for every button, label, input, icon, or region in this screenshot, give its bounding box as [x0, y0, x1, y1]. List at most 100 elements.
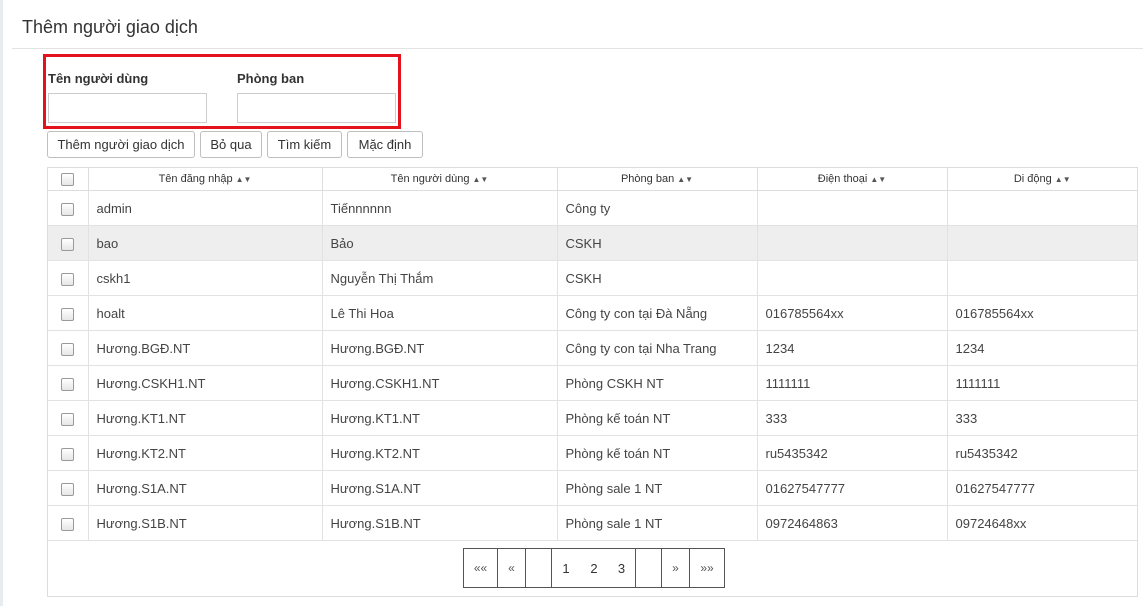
cell-login: Hương.S1B.NT — [88, 505, 323, 541]
cell-mobile: 333 — [947, 400, 1137, 436]
cell-phone: 1111111 — [757, 365, 948, 401]
cell-department: Công ty con tại Đà Nẵng — [557, 295, 758, 331]
search-button[interactable]: Tìm kiếm — [267, 131, 342, 158]
cell-login: Hương.CSKH1.NT — [88, 365, 323, 401]
sort-icon[interactable]: ▲▼ — [870, 175, 886, 184]
row-checkbox[interactable] — [61, 272, 75, 286]
users-grid: Tên đăng nhập ▲▼ Tên người dùng ▲▼ Phòng b… — [47, 167, 1138, 597]
cell-login: Hương.KT2.NT — [88, 435, 323, 471]
cell-phone: 01627547777 — [757, 470, 948, 506]
cell-name: Lê Thi Hoa — [322, 295, 558, 331]
pagination: «« « 1 2 3 » »» — [463, 548, 725, 588]
page-3-button[interactable]: 3 — [608, 549, 636, 587]
cell-phone: 016785564xx — [757, 295, 948, 331]
cell-mobile — [947, 190, 1137, 226]
cell-phone — [757, 260, 948, 296]
cell-name: Hương.S1A.NT — [322, 470, 558, 506]
table-row[interactable]: Hương.KT2.NT Hương.KT2.NT Phòng kế toán NT… — [48, 435, 1137, 471]
users-table: Tên đăng nhập ▲▼ Tên người dùng ▲▼ Phòng b… — [48, 168, 1137, 541]
cell-mobile: 09724648xx — [947, 505, 1137, 541]
cell-department: Công ty con tại Nha Trang — [557, 330, 758, 366]
prev-page-button[interactable]: « — [498, 549, 526, 587]
row-select-cell — [48, 330, 89, 366]
username-input[interactable] — [48, 93, 207, 123]
sort-icon[interactable]: ▲▼ — [472, 175, 488, 184]
table-row[interactable]: Hương.CSKH1.NT Hương.CSKH1.NT Phòng CSKH N… — [48, 365, 1137, 401]
cell-login: hoalt — [88, 295, 323, 331]
row-select-cell — [48, 470, 89, 506]
sort-icon[interactable]: ▲▼ — [1055, 175, 1071, 184]
cell-phone: 333 — [757, 400, 948, 436]
cell-login: cskh1 — [88, 260, 323, 296]
row-select-cell — [48, 190, 89, 226]
cell-mobile: 016785564xx — [947, 295, 1137, 331]
table-row[interactable]: Hương.BGĐ.NT Hương.BGĐ.NT Công ty con tại … — [48, 330, 1137, 366]
page-gap-right — [636, 549, 662, 587]
username-label: Tên người dùng — [48, 71, 149, 86]
cell-login: bao — [88, 225, 323, 261]
cell-phone — [757, 225, 948, 261]
row-select-cell — [48, 505, 89, 541]
table-row[interactable]: bao Bảo CSKH — [48, 225, 1137, 261]
column-header-login[interactable]: Tên đăng nhập ▲▼ — [88, 168, 323, 191]
cell-mobile: 01627547777 — [947, 470, 1137, 506]
row-checkbox[interactable] — [61, 447, 75, 461]
select-all-checkbox[interactable] — [61, 172, 75, 186]
cell-phone: ru5435342 — [757, 435, 948, 471]
table-row[interactable]: Hương.S1B.NT Hương.S1B.NT Phòng sale 1 NT 0… — [48, 505, 1137, 541]
page-gap-left — [526, 549, 552, 587]
app-frame: Thêm người giao dịch Tên người dùng Phòn… — [0, 0, 1143, 606]
first-page-button[interactable]: «« — [464, 549, 498, 587]
row-checkbox[interactable] — [61, 412, 75, 426]
row-select-cell — [48, 295, 89, 331]
cell-department: Phòng kế toán NT — [557, 400, 758, 436]
row-checkbox[interactable] — [61, 202, 75, 216]
cell-login: Hương.S1A.NT — [88, 470, 323, 506]
default-button[interactable]: Mặc định — [347, 131, 423, 158]
department-label: Phòng ban — [237, 71, 305, 86]
cell-login: Hương.KT1.NT — [88, 400, 323, 436]
add-trader-button[interactable]: Thêm người giao dịch — [47, 131, 195, 158]
column-header-department[interactable]: Phòng ban ▲▼ — [557, 168, 758, 191]
page-2-button[interactable]: 2 — [580, 549, 608, 587]
row-checkbox[interactable] — [61, 307, 75, 321]
next-page-button[interactable]: » — [662, 549, 690, 587]
select-all-header — [48, 168, 89, 191]
cell-phone: 1234 — [757, 330, 948, 366]
cell-phone — [757, 190, 948, 226]
sort-icon[interactable]: ▲▼ — [236, 175, 252, 184]
cell-name: Nguyễn Thị Thắm — [322, 260, 558, 296]
table-row[interactable]: hoalt Lê Thi Hoa Công ty con tại Đà Nẵng 01… — [48, 295, 1137, 331]
cell-mobile — [947, 225, 1137, 261]
column-header-mobile[interactable]: Di động ▲▼ — [947, 168, 1137, 191]
row-select-cell — [48, 260, 89, 296]
cell-login: Hương.BGĐ.NT — [88, 330, 323, 366]
cell-mobile: 1234 — [947, 330, 1137, 366]
row-checkbox[interactable] — [61, 237, 75, 251]
table-body: admin Tiếnnnnnn Công ty bao Bảo CSKH cskh1 Nguy… — [48, 190, 1137, 541]
page-1-button[interactable]: 1 — [552, 549, 580, 587]
department-input[interactable] — [237, 93, 396, 123]
left-edge-strip — [0, 0, 3, 606]
column-header-phone[interactable]: Điện thoại ▲▼ — [757, 168, 948, 191]
column-header-name[interactable]: Tên người dùng ▲▼ — [322, 168, 558, 191]
cell-name: Hương.KT2.NT — [322, 435, 558, 471]
cell-department: CSKH — [557, 225, 758, 261]
row-checkbox[interactable] — [61, 377, 75, 391]
table-row[interactable]: cskh1 Nguyễn Thị Thắm CSKH — [48, 260, 1137, 296]
sort-icon[interactable]: ▲▼ — [677, 175, 693, 184]
skip-button[interactable]: Bỏ qua — [200, 131, 262, 158]
row-checkbox[interactable] — [61, 482, 75, 496]
row-checkbox[interactable] — [61, 342, 75, 356]
table-row[interactable]: admin Tiếnnnnnn Công ty — [48, 190, 1137, 226]
cell-name: Hương.BGĐ.NT — [322, 330, 558, 366]
cell-department: Phòng kế toán NT — [557, 435, 758, 471]
cell-name: Hương.CSKH1.NT — [322, 365, 558, 401]
cell-mobile — [947, 260, 1137, 296]
cell-department: Công ty — [557, 190, 758, 226]
row-checkbox[interactable] — [61, 517, 75, 531]
cell-mobile: 1111111 — [947, 365, 1137, 401]
table-row[interactable]: Hương.KT1.NT Hương.KT1.NT Phòng kế toán NT… — [48, 400, 1137, 436]
table-row[interactable]: Hương.S1A.NT Hương.S1A.NT Phòng sale 1 NT 0… — [48, 470, 1137, 506]
last-page-button[interactable]: »» — [690, 549, 724, 587]
